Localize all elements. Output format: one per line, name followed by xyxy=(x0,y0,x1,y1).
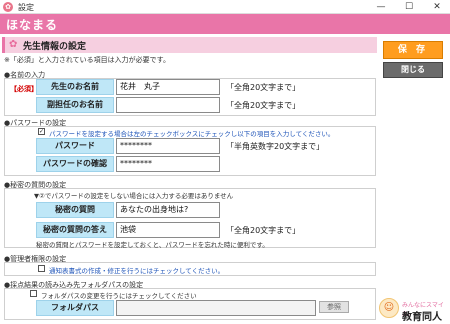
folder-checkbox[interactable] xyxy=(30,290,37,297)
secret-note: ▼②でパスワードの設定をしない場合には入力する必要はありません xyxy=(34,192,234,200)
password-label: パスワード xyxy=(36,138,114,154)
browse-button[interactable]: 参照 xyxy=(319,301,349,313)
teacher-name-hint: 「全角20文字まで」 xyxy=(226,83,301,92)
password-input[interactable]: ******** xyxy=(116,138,220,154)
teacher-name-input[interactable]: 花井 丸子 xyxy=(116,79,220,95)
folder-path-input[interactable] xyxy=(116,300,316,316)
sub-teacher-name-input[interactable] xyxy=(116,97,220,113)
teacher-name-label: 先生のお名前 xyxy=(36,79,114,95)
sub-teacher-name-label: 副担任のお名前 xyxy=(36,97,114,113)
secret-footer-note: 秘密の質問とパスワードを設定しておくと、パスワードを忘れた時に便利です。 xyxy=(36,241,269,249)
admin-checkbox-label: 通知表書式の作成・修正を行うにはチェックしてください。 xyxy=(49,267,225,275)
secret-question-input[interactable]: あなたの出身地は? xyxy=(116,202,220,218)
password-confirm-input[interactable]: ******** xyxy=(116,156,220,172)
title-bar: ✿ 設定 — ☐ ✕ xyxy=(0,0,450,14)
smile-logo-icon: ☺ xyxy=(379,298,399,318)
minimize-button[interactable]: — xyxy=(367,0,395,14)
password-hint: 「半角英数字20文字まで」 xyxy=(226,142,325,151)
required-note: ※「必須」と入力されている項目は入力が必要です。 xyxy=(4,56,170,64)
maximize-button[interactable]: ☐ xyxy=(395,0,423,14)
app-icon: ✿ xyxy=(3,2,13,12)
close-button[interactable]: 閉じる xyxy=(383,62,443,78)
app-name: ほなまる xyxy=(6,18,59,32)
flower-icon: ✿ xyxy=(9,39,18,50)
secret-answer-label: 秘密の質問の答え xyxy=(36,222,114,238)
section-title: 先生情報の設定 xyxy=(23,42,87,52)
window-title: 設定 xyxy=(18,3,34,12)
window-close-button[interactable]: ✕ xyxy=(423,0,450,14)
secret-answer-hint: 「全角20文字まで」 xyxy=(226,226,301,235)
section-header: ✿ 先生情報の設定 xyxy=(2,37,377,53)
required-badge: 【必須】 xyxy=(10,85,38,93)
sub-teacher-name-hint: 「全角20文字まで」 xyxy=(226,101,301,110)
password-checkbox-label: パスワードを設定する場合は左のチェックボックスにチェックし以下の項目を入力してく… xyxy=(49,130,335,138)
password-checkbox[interactable]: ✓ xyxy=(38,128,45,135)
folder-path-label: フォルダパス xyxy=(36,300,114,316)
admin-checkbox[interactable] xyxy=(38,265,45,272)
logo-name: 教育同人社 xyxy=(402,312,442,323)
secret-question-label: 秘密の質問 xyxy=(36,202,114,218)
password-confirm-label: パスワードの確認 xyxy=(36,156,114,172)
secret-answer-input[interactable]: 池袋 xyxy=(116,222,220,238)
folder-checkbox-label: フォルダパスの変更を行うにはチェックしてください xyxy=(41,292,197,300)
brand-bar: ほなまる xyxy=(0,14,450,34)
save-button[interactable]: 保 存 xyxy=(383,41,443,59)
